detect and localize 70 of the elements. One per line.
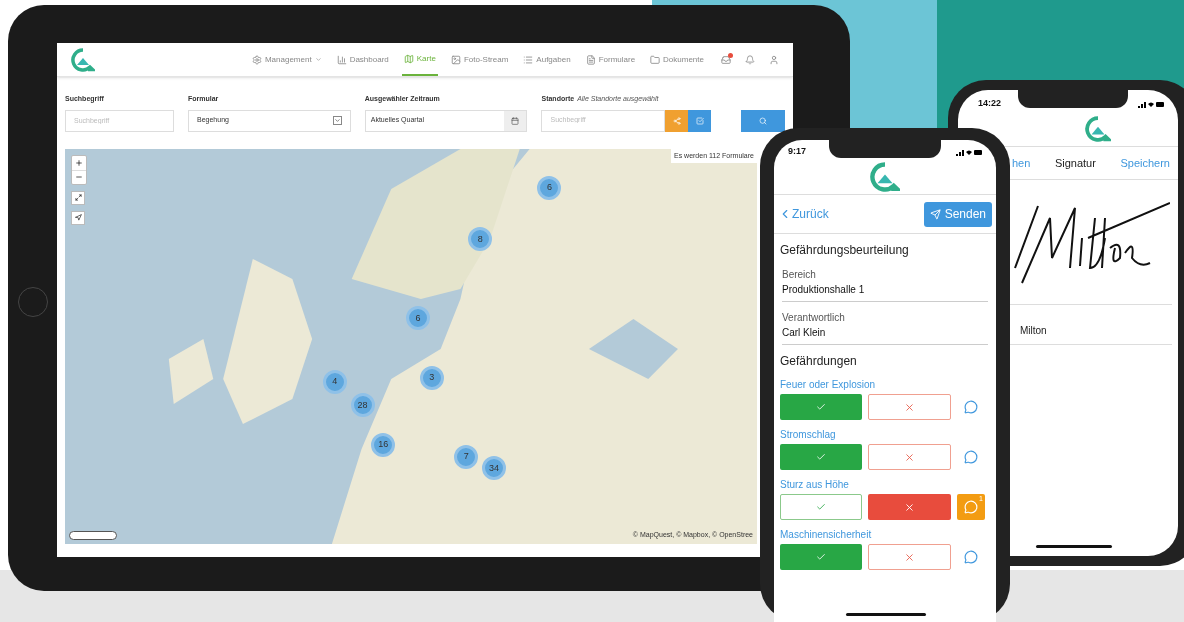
nav-tab[interactable]: Dokumente [648, 43, 706, 76]
speech-bubble-icon [964, 550, 978, 564]
check-icon [816, 552, 826, 562]
status-time: 14:22 [978, 97, 1002, 111]
field-value: Carl Klein [782, 326, 827, 340]
caret-icon [314, 56, 322, 63]
inbox-icon[interactable] [721, 54, 731, 65]
logo-icon [870, 162, 900, 192]
nav-tab[interactable]: Dashboard [334, 43, 391, 76]
speech-bubble-icon [964, 450, 978, 464]
speech-bubble-icon [964, 400, 978, 414]
nav-icon [403, 53, 414, 64]
nav-tab[interactable]: Formulare [583, 43, 638, 76]
nav-icon [251, 54, 262, 65]
share-icon [672, 116, 681, 125]
logo-icon [1085, 116, 1111, 142]
send-button[interactable]: Senden [923, 201, 992, 227]
cross-icon [904, 451, 915, 463]
signer-name: Milton [1020, 324, 1048, 338]
nav-tab[interactable]: Management [249, 43, 324, 76]
minus-icon [75, 173, 83, 181]
bell-icon[interactable] [745, 54, 755, 65]
caret-icon [332, 116, 342, 125]
header-tab[interactable]: Speichern [1120, 154, 1170, 172]
nav-icon [523, 54, 534, 65]
back-link[interactable]: Zurück [778, 205, 829, 223]
status-icons [1138, 100, 1164, 108]
cross-icon [904, 401, 915, 413]
header-tab[interactable]: hen [1012, 154, 1031, 172]
section-title: Gefährdungen [780, 353, 858, 370]
fail-button[interactable] [868, 394, 951, 420]
check-icon [816, 452, 826, 462]
location-arrow-icon [74, 214, 82, 221]
search-button[interactable] [741, 109, 785, 132]
hazard-label: Sturz aus Höhe [780, 478, 850, 492]
check-icon [816, 402, 826, 412]
logo-icon [71, 47, 95, 72]
field-label: Bereich [782, 268, 817, 282]
pass-button[interactable] [780, 494, 862, 520]
field-value: Produktionshalle 1 [782, 283, 866, 297]
search-icon [759, 116, 768, 125]
fail-button[interactable] [868, 544, 951, 570]
fail-button[interactable] [868, 444, 951, 470]
hazard-label: Maschinensicherheit [780, 528, 873, 542]
nav-tab[interactable]: Foto-Stream [448, 43, 511, 76]
expand-icon [74, 194, 82, 201]
plus-icon [75, 158, 83, 167]
nav-tab[interactable]: Karte [401, 43, 438, 76]
nav-icon [336, 54, 347, 65]
map-logo [69, 530, 117, 540]
cross-icon [904, 501, 915, 513]
hazard-label: Stromschlag [780, 428, 837, 442]
hazard-label: Feuer oder Explosion [780, 378, 877, 392]
user-icon[interactable] [769, 54, 779, 65]
form-title: Gefährdungsbeurteilung [780, 242, 910, 259]
checkbox-icon [695, 116, 704, 125]
header-tab[interactable]: Signatur [1054, 154, 1096, 172]
select-all-button[interactable] [688, 109, 712, 132]
cross-icon [904, 551, 915, 563]
nav-tab[interactable]: Aufgaben [521, 43, 573, 76]
field-label: Verantwortlich [782, 311, 846, 325]
status-icons [956, 148, 982, 156]
nav-icon [450, 54, 461, 65]
nav-icon [650, 54, 661, 65]
nav-icon [585, 54, 596, 65]
share-button[interactable] [665, 109, 689, 132]
speech-bubble-icon [964, 500, 978, 514]
send-icon [929, 208, 941, 220]
status-time: 9:17 [788, 145, 806, 159]
check-icon [816, 502, 826, 512]
